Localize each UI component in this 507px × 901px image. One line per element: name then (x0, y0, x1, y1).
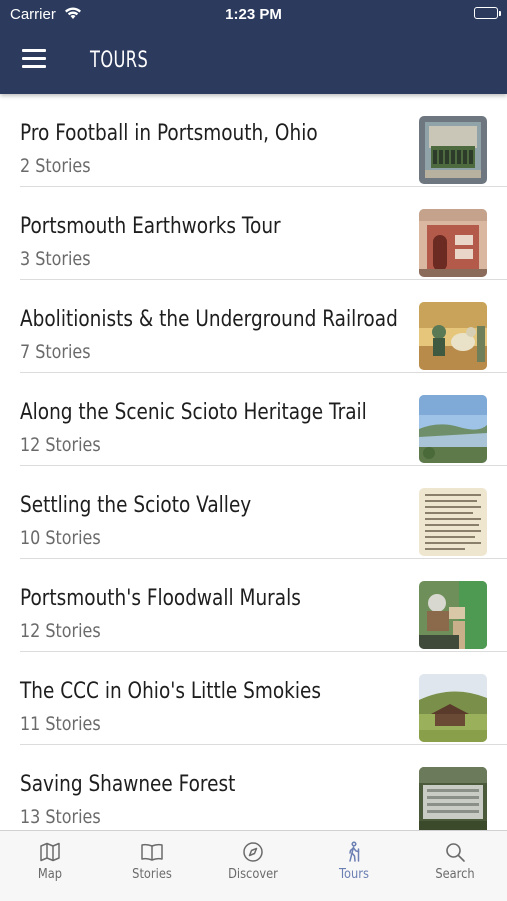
tab-map[interactable]: Map (0, 841, 100, 882)
navigation-header: Carrier 1:23 PM TOURS (0, 0, 507, 94)
tour-item[interactable]: Portsmouth Earthworks Tour 3 Stories (0, 187, 507, 280)
tab-bar: Map Stories Discover Tours Search (0, 830, 507, 901)
tour-item[interactable]: The CCC in Ohio's Little Smokies 11 Stor… (0, 652, 507, 745)
tour-thumbnail (419, 395, 487, 463)
tour-title: Portsmouth's Floodwall Murals (20, 586, 301, 611)
tour-thumbnail (419, 209, 487, 277)
tour-item[interactable]: Settling the Scioto Valley 10 Stories (0, 466, 507, 559)
tab-discover[interactable]: Discover (203, 841, 303, 882)
tab-label: Map (37, 867, 63, 882)
clock: 1:23 PM (225, 6, 282, 23)
tab-label: Tours (339, 867, 369, 882)
tour-title: Portsmouth Earthworks Tour (20, 214, 281, 239)
tour-title: Saving Shawnee Forest (20, 772, 236, 797)
walking-person-icon (349, 841, 360, 862)
tab-label: Stories (132, 867, 172, 882)
tour-story-count: 3 Stories (20, 248, 91, 270)
tour-story-count: 10 Stories (20, 527, 101, 549)
tour-title: Settling the Scioto Valley (20, 493, 252, 518)
status-bar: Carrier 1:23 PM (0, 0, 507, 28)
tour-title: Pro Football in Portsmouth, Ohio (20, 121, 318, 146)
tour-story-count: 2 Stories (20, 155, 91, 177)
tab-label: Search (435, 867, 475, 882)
tour-title: Along the Scenic Scioto Heritage Trail (20, 400, 367, 425)
page-title: TOURS (90, 48, 149, 73)
battery-icon (474, 7, 501, 19)
book-icon (141, 843, 163, 861)
tours-list: Pro Football in Portsmouth, Ohio 2 Stori… (0, 94, 507, 830)
tour-story-count: 13 Stories (20, 806, 101, 828)
tour-thumbnail (419, 674, 487, 742)
map-icon (40, 842, 60, 862)
tour-item[interactable]: Abolitionists & the Underground Railroad… (0, 280, 507, 373)
tab-label: Discover (228, 867, 278, 882)
tour-title: Abolitionists & the Underground Railroad (20, 307, 398, 332)
tour-story-count: 11 Stories (20, 713, 101, 735)
tour-item[interactable]: Pro Football in Portsmouth, Ohio 2 Stori… (0, 94, 507, 187)
tour-story-count: 7 Stories (20, 341, 91, 363)
tour-thumbnail (419, 581, 487, 649)
search-icon (446, 843, 465, 862)
tour-story-count: 12 Stories (20, 434, 101, 456)
tour-thumbnail (419, 488, 487, 556)
hamburger-menu-icon[interactable] (22, 49, 48, 71)
tour-thumbnail (419, 116, 487, 184)
tour-item[interactable]: Along the Scenic Scioto Heritage Trail 1… (0, 373, 507, 466)
compass-icon (243, 842, 263, 862)
tour-item[interactable]: Saving Shawnee Forest 13 Stories (0, 745, 507, 830)
tour-item[interactable]: Portsmouth's Floodwall Murals 12 Stories (0, 559, 507, 652)
tour-thumbnail (419, 767, 487, 830)
tour-thumbnail (419, 302, 487, 370)
tab-search[interactable]: Search (405, 841, 505, 882)
tour-title: The CCC in Ohio's Little Smokies (20, 679, 322, 704)
tab-tours[interactable]: Tours (304, 841, 404, 882)
tour-story-count: 12 Stories (20, 620, 101, 642)
tab-stories[interactable]: Stories (102, 841, 202, 882)
